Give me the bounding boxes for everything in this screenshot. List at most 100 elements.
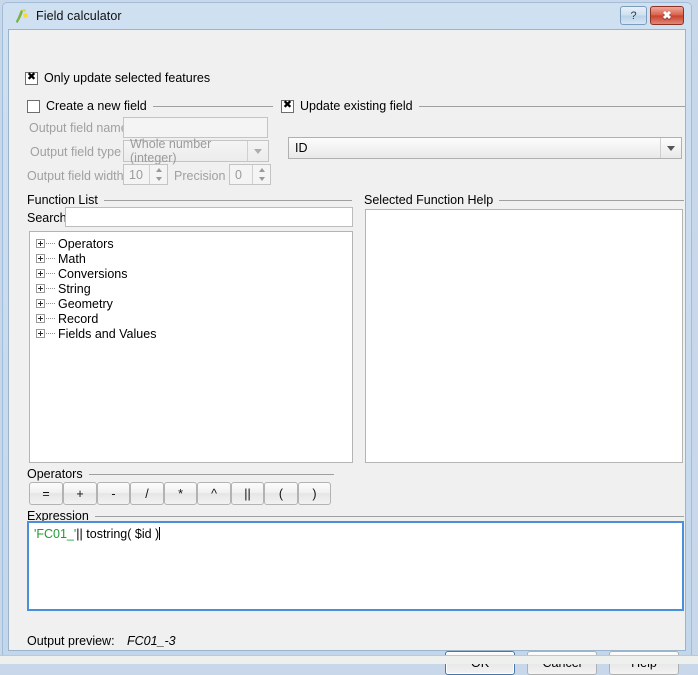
output-preview-label: Output preview:: [27, 634, 115, 648]
stepper-buttons[interactable]: [149, 165, 167, 184]
expression-string-token: 'FC01_': [34, 527, 76, 541]
tree-connector: [46, 303, 55, 305]
qgis-field-calculator-icon: [14, 8, 30, 24]
expand-icon[interactable]: [36, 284, 45, 293]
operator-button-plus[interactable]: +: [63, 482, 97, 505]
close-window-button[interactable]: ✖: [650, 6, 684, 25]
help-window-button[interactable]: ?: [620, 6, 647, 25]
tree-node[interactable]: Record: [36, 311, 352, 326]
expand-icon[interactable]: [36, 299, 45, 308]
expand-icon[interactable]: [36, 269, 45, 278]
output-field-type-label: Output field type: [30, 145, 121, 159]
tree-node-label: Fields and Values: [58, 327, 156, 341]
group-divider: [153, 106, 273, 107]
tree-connector: [46, 243, 55, 245]
checkbox-glyph: [281, 100, 294, 113]
operator-button-power[interactable]: ^: [197, 482, 231, 505]
operator-button-minus[interactable]: -: [97, 482, 130, 505]
tree-node[interactable]: String: [36, 281, 352, 296]
update-existing-field-value: ID: [289, 141, 660, 155]
output-field-width-stepper[interactable]: 10: [123, 164, 168, 185]
precision-stepper[interactable]: 0: [229, 164, 271, 185]
selected-function-help-group-header: Selected Function Help: [364, 193, 684, 207]
expand-icon[interactable]: [36, 329, 45, 338]
stepper-down-icon[interactable]: [150, 175, 167, 185]
precision-value: 0: [230, 168, 252, 182]
expression-rest-token: || tostring( $id ): [76, 527, 159, 541]
dialog-window: Field calculator ? ✖ Only update selecte…: [2, 2, 692, 656]
operator-button-close-paren[interactable]: ): [298, 482, 331, 505]
tree-node-label: Operators: [58, 237, 114, 251]
search-input[interactable]: [65, 207, 353, 227]
output-field-width-value: 10: [124, 168, 149, 182]
only-update-selected-features-checkbox[interactable]: Only update selected features: [25, 71, 210, 85]
function-tree-nodes: Operators Math Conversions String: [30, 232, 352, 341]
tree-node[interactable]: Geometry: [36, 296, 352, 311]
operator-button-concat[interactable]: ||: [231, 482, 264, 505]
operator-button-open-paren[interactable]: (: [264, 482, 298, 505]
operator-button-equals[interactable]: =: [29, 482, 63, 505]
stepper-up-icon[interactable]: [150, 165, 167, 175]
create-new-field-group-header: Create a new field: [27, 99, 273, 113]
tree-node-label: Conversions: [58, 267, 127, 281]
update-existing-field-combo[interactable]: ID: [288, 137, 682, 159]
create-new-field-checkbox[interactable]: Create a new field: [27, 99, 147, 113]
group-divider: [419, 106, 685, 107]
tree-connector: [46, 288, 55, 290]
create-new-field-label: Create a new field: [46, 99, 147, 113]
output-field-name-label: Output field name: [29, 121, 128, 135]
tree-node-label: Math: [58, 252, 86, 266]
operator-button-divide[interactable]: /: [130, 482, 164, 505]
window-title: Field calculator: [36, 9, 122, 23]
tree-connector: [46, 258, 55, 260]
expand-icon[interactable]: [36, 314, 45, 323]
selected-function-help-label: Selected Function Help: [364, 193, 493, 207]
function-list-label: Function List: [27, 193, 98, 207]
update-existing-field-checkbox[interactable]: Update existing field: [281, 99, 413, 113]
tree-connector: [46, 273, 55, 275]
group-divider: [499, 200, 684, 201]
tree-connector: [46, 318, 55, 320]
expression-editor[interactable]: 'FC01_'|| tostring( $id ): [27, 521, 684, 611]
title-bar[interactable]: Field calculator ? ✖: [8, 3, 686, 29]
only-update-selected-features-label: Only update selected features: [44, 71, 210, 85]
checkbox-glyph: [25, 72, 38, 85]
tree-node-label: String: [58, 282, 91, 296]
function-list-tree[interactable]: Operators Math Conversions String: [29, 231, 353, 463]
checkbox-glyph: [27, 100, 40, 113]
stepper-buttons[interactable]: [252, 165, 270, 184]
precision-label: Precision: [174, 169, 225, 183]
text-cursor: [159, 527, 160, 540]
selected-function-help-panel: [365, 209, 683, 463]
search-label: Search: [27, 211, 67, 225]
tree-connector: [46, 333, 55, 335]
tree-node[interactable]: Math: [36, 251, 352, 266]
chevron-down-icon: [660, 138, 681, 158]
expand-icon[interactable]: [36, 254, 45, 263]
expand-icon[interactable]: [36, 239, 45, 248]
function-list-group-header: Function List: [27, 193, 352, 207]
output-field-type-combo[interactable]: Whole number (integer): [123, 140, 269, 162]
group-divider: [95, 516, 684, 517]
stepper-up-icon[interactable]: [253, 165, 270, 175]
group-divider: [89, 474, 334, 475]
operators-label: Operators: [27, 467, 83, 481]
operator-button-multiply[interactable]: *: [164, 482, 197, 505]
chevron-down-icon: [247, 141, 268, 161]
update-existing-field-label: Update existing field: [300, 99, 413, 113]
tree-node-label: Geometry: [58, 297, 113, 311]
tree-node[interactable]: Fields and Values: [36, 326, 352, 341]
output-field-name-input[interactable]: [123, 117, 268, 138]
tree-node[interactable]: Conversions: [36, 266, 352, 281]
window-controls: ? ✖: [620, 6, 684, 25]
output-field-width-label: Output field width: [27, 169, 124, 183]
tree-node-label: Record: [58, 312, 98, 326]
group-divider: [104, 200, 352, 201]
dialog-client-area: Only update selected features Create a n…: [8, 29, 686, 651]
background-strip: [0, 655, 698, 664]
update-existing-field-group-header: Update existing field: [281, 99, 685, 113]
tree-node[interactable]: Operators: [36, 236, 352, 251]
stepper-down-icon[interactable]: [253, 175, 270, 185]
output-preview-value: FC01_-3: [127, 634, 176, 648]
operators-group-header: Operators: [27, 467, 334, 481]
